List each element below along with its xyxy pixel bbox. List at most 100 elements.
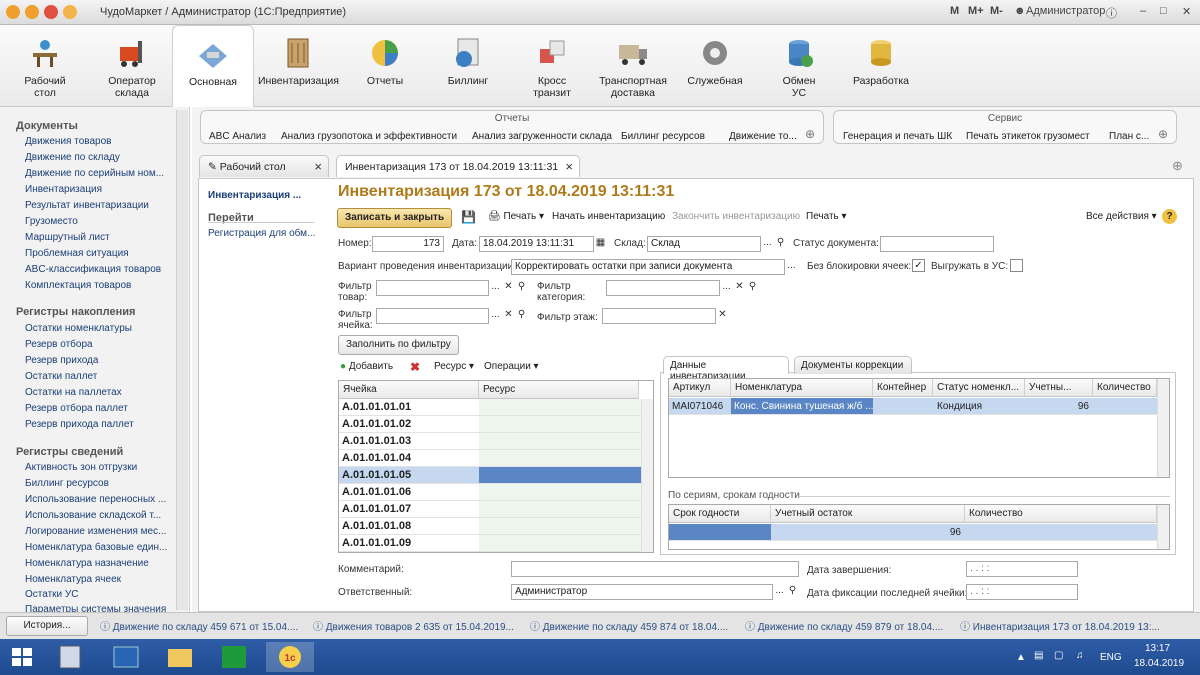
expand-icon[interactable]: ⊕ bbox=[805, 127, 815, 141]
section-dev[interactable]: Разработка bbox=[846, 25, 916, 107]
report-link[interactable]: ABC Анализ bbox=[209, 131, 266, 142]
search-icon[interactable]: ⚲ bbox=[515, 280, 528, 296]
nav-item[interactable]: Логирование изменения мес... bbox=[25, 526, 166, 537]
tab-inventory-data[interactable]: Данные инвентаризации bbox=[663, 356, 789, 382]
mem-plus-button[interactable]: M+ bbox=[968, 5, 984, 17]
close-tab-icon[interactable]: × bbox=[314, 159, 322, 174]
tray-volume-icon[interactable]: ♫ bbox=[1076, 650, 1084, 661]
store-icon[interactable] bbox=[214, 642, 254, 672]
maximize-icon[interactable]: □ bbox=[1160, 5, 1167, 17]
close-app-icon[interactable] bbox=[44, 5, 58, 19]
close-tab-icon[interactable]: × bbox=[565, 159, 573, 174]
select-button[interactable]: ... bbox=[773, 584, 786, 600]
nav-item[interactable]: Движение по складу bbox=[25, 152, 120, 163]
select-button[interactable]: ... bbox=[720, 280, 733, 296]
section-service[interactable]: Служебная bbox=[680, 25, 750, 107]
nav-item[interactable]: ABC-классификация товаров bbox=[25, 264, 161, 275]
table-row[interactable]: A.01.01.01.03 bbox=[339, 433, 641, 450]
nav-item[interactable]: Использование переносных ... bbox=[25, 494, 166, 505]
table-row[interactable]: A.01.01.01.02 bbox=[339, 416, 641, 433]
clock-date[interactable]: 18.04.2019 bbox=[1134, 658, 1184, 669]
print2-menu[interactable]: Печать ▾ bbox=[806, 211, 847, 222]
service-link[interactable]: Генерация и печать ШК bbox=[843, 131, 952, 142]
number-field[interactable]: 173 bbox=[372, 236, 444, 252]
explorer-icon[interactable] bbox=[160, 642, 200, 672]
powershell-icon[interactable] bbox=[106, 642, 146, 672]
table-row-selected[interactable]: A.01.01.01.05 bbox=[339, 467, 641, 484]
tab-inventory[interactable]: Инвентаризация 173 от 18.04.2019 13:11:3… bbox=[336, 155, 580, 177]
nav-item[interactable]: Резерв прихода паллет bbox=[25, 419, 134, 430]
table-row[interactable]: A.01.01.01.07 bbox=[339, 501, 641, 518]
series-table[interactable]: Срок годности Учетный остаток Количество… bbox=[668, 504, 1170, 550]
status-field[interactable] bbox=[880, 236, 994, 252]
clock-time[interactable]: 13:17 bbox=[1145, 643, 1170, 654]
table-row[interactable]: A.01.01.01.01 bbox=[339, 399, 641, 416]
nav-item[interactable]: Номенклатура базовые един... bbox=[25, 542, 167, 553]
nav-scrollbar[interactable] bbox=[176, 110, 188, 610]
history-item[interactable]: ⓘ Движение по складу 459 879 от 18.04...… bbox=[745, 618, 943, 633]
search-icon[interactable]: ⚲ bbox=[746, 280, 759, 296]
form-nav-current[interactable]: Инвентаризация ... bbox=[208, 190, 301, 201]
column-header[interactable]: Артикул bbox=[669, 379, 731, 397]
nav-item[interactable]: Движение по серийным ном... bbox=[25, 168, 164, 179]
filter-floor-field[interactable] bbox=[602, 308, 716, 324]
table-row-selected[interactable]: MAI071046 Конс. Свинина тушеная ж/б ... … bbox=[669, 398, 1157, 415]
delete-icon[interactable]: ✖ bbox=[410, 360, 420, 374]
expand-icon[interactable]: ⊕ bbox=[1158, 127, 1168, 141]
nav-item[interactable]: Проблемная ситуация bbox=[25, 248, 129, 259]
report-link[interactable]: Биллинг ресурсов bbox=[621, 131, 705, 142]
scrollbar[interactable] bbox=[1157, 379, 1169, 477]
tab-correction-docs[interactable]: Документы коррекции bbox=[794, 356, 912, 374]
report-link[interactable]: Движение то... bbox=[729, 131, 797, 142]
nav-item[interactable]: Резерв отбора bbox=[25, 339, 93, 350]
clear-icon[interactable]: ✕ bbox=[502, 308, 515, 324]
nav-item[interactable]: Инвентаризация bbox=[25, 184, 102, 195]
tab-desktop[interactable]: ✎ Рабочий стол × bbox=[199, 155, 329, 177]
history-item[interactable]: ⓘ Движение по складу 459 874 от 18.04...… bbox=[530, 618, 728, 633]
history-item[interactable]: ⓘ Движения товаров 2 635 от 15.04.2019..… bbox=[313, 618, 514, 633]
nav-item[interactable]: Остатки УС bbox=[25, 589, 78, 600]
operations-menu[interactable]: Операции ▾ bbox=[484, 361, 539, 372]
filter-cat-field[interactable] bbox=[606, 280, 720, 296]
clear-icon[interactable]: ✕ bbox=[716, 308, 729, 324]
tabs-menu-icon[interactable]: ⊕ bbox=[1172, 158, 1183, 174]
column-header[interactable]: Статус номенкл... bbox=[933, 379, 1025, 397]
variant-field[interactable]: Корректировать остатки при записи докуме… bbox=[511, 259, 785, 275]
column-header[interactable]: Количество bbox=[965, 505, 1157, 523]
form-nav-link[interactable]: Регистрация для обм... bbox=[208, 228, 315, 239]
calendar-icon[interactable]: ▦ bbox=[594, 236, 607, 252]
history-button[interactable]: История... bbox=[6, 616, 88, 636]
column-header[interactable]: Номенклатура bbox=[731, 379, 873, 397]
mem-m-button[interactable]: M bbox=[950, 5, 959, 17]
nav-item[interactable]: Остатки паллет bbox=[25, 371, 97, 382]
nav-item[interactable]: Номенклатура ячеек bbox=[25, 574, 121, 585]
service-link[interactable]: План с... bbox=[1109, 131, 1149, 142]
filter-goods-field[interactable] bbox=[376, 280, 489, 296]
select-button[interactable]: ... bbox=[785, 259, 798, 275]
nav-item[interactable]: Остатки номенклатуры bbox=[25, 323, 132, 334]
tray-arrow-icon[interactable]: ▲ bbox=[1016, 652, 1026, 663]
1c-app-icon[interactable]: 1c bbox=[266, 642, 314, 672]
column-header[interactable]: Срок годности bbox=[669, 505, 771, 523]
table-row[interactable]: A.01.01.01.08 bbox=[339, 518, 641, 535]
history-item[interactable]: ⓘ Инвентаризация 173 от 18.04.2019 13:..… bbox=[960, 618, 1160, 633]
tray-network-icon[interactable]: ▤ bbox=[1034, 650, 1043, 661]
comment-field[interactable] bbox=[511, 561, 799, 577]
nav-item[interactable]: Активность зон отгрузки bbox=[25, 462, 137, 473]
print-menu[interactable]: 🖨 Печать ▾ bbox=[488, 211, 544, 222]
column-header[interactable]: Ячейка bbox=[339, 381, 479, 399]
table-row[interactable]: A.01.01.01.04 bbox=[339, 450, 641, 467]
nav-item[interactable]: Использование складской т... bbox=[25, 510, 161, 521]
search-icon[interactable]: ⚲ bbox=[786, 584, 799, 600]
nav-item[interactable]: Грузоместо bbox=[25, 216, 78, 227]
column-header[interactable]: Ресурс bbox=[479, 381, 639, 399]
nav-item[interactable]: Резерв прихода bbox=[25, 355, 98, 366]
inventory-table[interactable]: Артикул Номенклатура Контейнер Статус но… bbox=[668, 378, 1170, 478]
add-button[interactable]: ● Добавить bbox=[340, 361, 393, 372]
nav-item[interactable]: Номенклатура назначение bbox=[25, 558, 149, 569]
search-icon[interactable]: ⚲ bbox=[515, 308, 528, 324]
column-header[interactable]: Контейнер bbox=[873, 379, 933, 397]
finish-inventory-button[interactable]: Закончить инвентаризацию bbox=[672, 211, 800, 222]
section-reports[interactable]: Отчеты bbox=[350, 25, 420, 107]
report-link[interactable]: Анализ загруженности склада bbox=[472, 131, 612, 142]
